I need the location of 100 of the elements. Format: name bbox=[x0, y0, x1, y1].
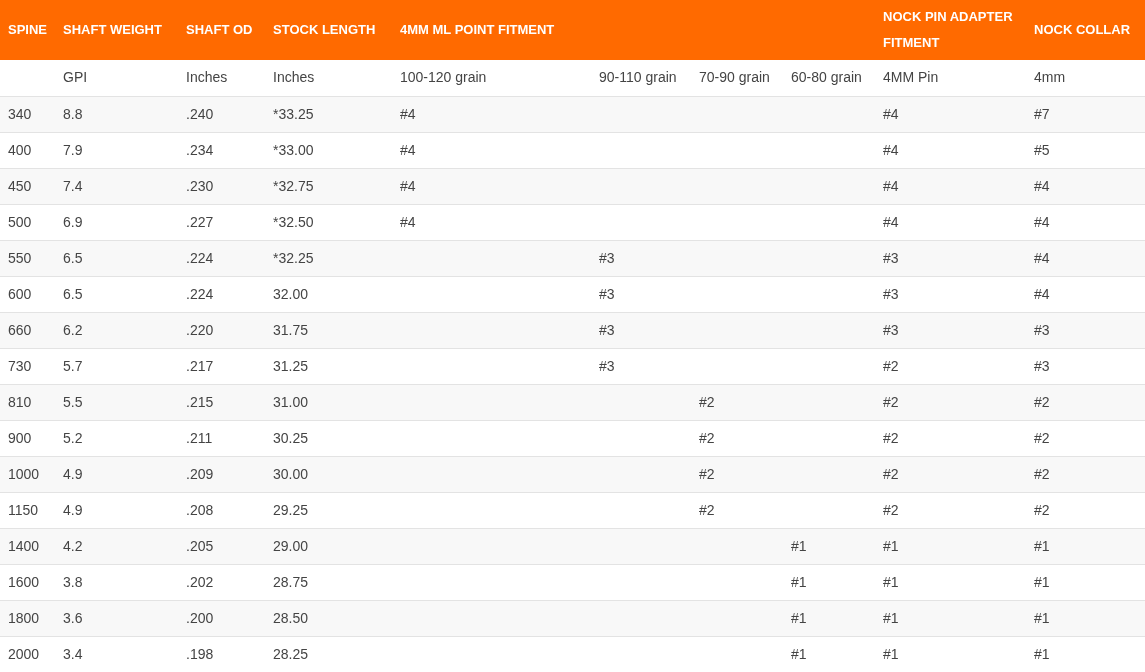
table-cell: 7.9 bbox=[63, 141, 83, 158]
table-cell: *33.00 bbox=[273, 141, 314, 158]
unit-label: Inches bbox=[186, 69, 228, 86]
table-cell: .208 bbox=[186, 501, 214, 518]
table-cell: 4.2 bbox=[63, 537, 83, 554]
table-cell: 5.7 bbox=[63, 357, 83, 374]
table-cell: #2 bbox=[699, 393, 715, 410]
table-cell: 3.4 bbox=[63, 645, 83, 662]
unit-label: 4mm bbox=[1034, 69, 1066, 86]
table-cell: #1 bbox=[883, 645, 899, 662]
table-cell: .200 bbox=[186, 609, 214, 626]
table-cell: .205 bbox=[186, 537, 214, 554]
table-cell: 600 bbox=[8, 285, 32, 302]
table-cell: #1 bbox=[883, 537, 899, 554]
table-cell: 1150 bbox=[8, 501, 39, 518]
unit-label: 90-110 grain bbox=[599, 69, 677, 86]
table-cell: 8.8 bbox=[63, 105, 83, 122]
table-cell: #5 bbox=[1034, 141, 1050, 158]
table-cell: *32.25 bbox=[273, 249, 314, 266]
table-cell: #3 bbox=[599, 321, 615, 338]
table-cell: 29.25 bbox=[273, 501, 309, 518]
table-cell: .215 bbox=[186, 393, 214, 410]
table-cell: .202 bbox=[186, 573, 214, 590]
column-header: SHAFT OD bbox=[186, 21, 253, 39]
table-cell: 3.8 bbox=[63, 573, 83, 590]
table-cell: #1 bbox=[883, 609, 899, 626]
table-cell: #4 bbox=[1034, 213, 1050, 230]
unit-label: 70-90 grain bbox=[699, 69, 770, 86]
table-cell: 500 bbox=[8, 213, 32, 230]
table-cell: #4 bbox=[400, 213, 416, 230]
table-cell: 810 bbox=[8, 393, 32, 410]
table-cell: 400 bbox=[8, 141, 32, 158]
table-cell: #1 bbox=[1034, 645, 1050, 662]
table-cell: 28.75 bbox=[273, 573, 309, 590]
table-cell: #4 bbox=[1034, 285, 1050, 302]
table-cell: #2 bbox=[883, 465, 899, 482]
table-cell: 6.9 bbox=[63, 213, 83, 230]
table-cell: 1400 bbox=[8, 537, 40, 554]
unit-label: 100-120 grain bbox=[400, 69, 487, 86]
table-cell: .198 bbox=[186, 645, 214, 662]
table-cell: 550 bbox=[8, 249, 32, 266]
table-cell: #3 bbox=[1034, 321, 1050, 338]
table-cell: #1 bbox=[791, 645, 807, 662]
table-cell: 7.4 bbox=[63, 177, 83, 194]
table-cell: #3 bbox=[1034, 357, 1050, 374]
column-header: SHAFT WEIGHT bbox=[63, 21, 162, 39]
table-cell: .230 bbox=[186, 177, 214, 194]
unit-label: 4MM Pin bbox=[883, 69, 939, 86]
column-header: SPINE bbox=[8, 21, 47, 39]
table-cell: .220 bbox=[186, 321, 214, 338]
column-header: NOCK COLLAR bbox=[1034, 21, 1131, 39]
table-cell: .217 bbox=[186, 357, 214, 374]
table-cell: .234 bbox=[186, 141, 214, 158]
table-cell: 6.5 bbox=[63, 249, 83, 266]
table-cell: 28.50 bbox=[273, 609, 309, 626]
table-cell: #7 bbox=[1034, 105, 1050, 122]
table-cell: 900 bbox=[8, 429, 32, 446]
table-cell: #3 bbox=[599, 357, 615, 374]
table-cell: 660 bbox=[8, 321, 32, 338]
table-cell: #2 bbox=[883, 501, 899, 518]
table-cell: #2 bbox=[883, 429, 899, 446]
table-cell: #3 bbox=[883, 321, 899, 338]
table-cell: .227 bbox=[186, 213, 214, 230]
table-cell: 30.00 bbox=[273, 465, 309, 482]
table-cell: #1 bbox=[1034, 537, 1050, 554]
table-cell: #1 bbox=[1034, 573, 1050, 590]
table-cell: .209 bbox=[186, 465, 214, 482]
table-cell: #4 bbox=[1034, 177, 1050, 194]
table-cell: #3 bbox=[599, 285, 615, 302]
table-cell: 4.9 bbox=[63, 465, 83, 482]
table-cell: 5.2 bbox=[63, 429, 83, 446]
table-cell: 30.25 bbox=[273, 429, 309, 446]
table-cell: 3.6 bbox=[63, 609, 83, 626]
unit-label: 60-80 grain bbox=[791, 69, 862, 86]
unit-label: Inches bbox=[273, 69, 315, 86]
table-cell: 340 bbox=[8, 105, 32, 122]
table-cell: 4.9 bbox=[63, 501, 83, 518]
table-cell: #4 bbox=[883, 213, 899, 230]
table-cell: 5.5 bbox=[63, 393, 83, 410]
table-cell: #3 bbox=[599, 249, 615, 266]
table-cell: 6.5 bbox=[63, 285, 83, 302]
table-cell: #2 bbox=[1034, 393, 1050, 410]
table-cell: .240 bbox=[186, 105, 214, 122]
table-cell: 1600 bbox=[8, 573, 40, 590]
table-cell: #4 bbox=[883, 105, 899, 122]
table-cell: #2 bbox=[883, 357, 899, 374]
table-cell: *32.75 bbox=[273, 177, 314, 194]
table-cell: #2 bbox=[699, 501, 715, 518]
table-cell: 2000 bbox=[8, 645, 40, 662]
column-header: 4MM ML POINT FITMENT bbox=[400, 21, 555, 39]
table-cell: .224 bbox=[186, 285, 214, 302]
column-header: STOCK LENGTH bbox=[273, 21, 376, 39]
table-cell: #1 bbox=[791, 573, 807, 590]
table-cell: #2 bbox=[1034, 465, 1050, 482]
table-cell: 31.00 bbox=[273, 393, 309, 410]
table-cell: 31.75 bbox=[273, 321, 309, 338]
table-cell: #1 bbox=[791, 537, 807, 554]
table-cell: #2 bbox=[1034, 429, 1050, 446]
table-cell: 31.25 bbox=[273, 357, 309, 374]
table-cell: #4 bbox=[1034, 249, 1050, 266]
